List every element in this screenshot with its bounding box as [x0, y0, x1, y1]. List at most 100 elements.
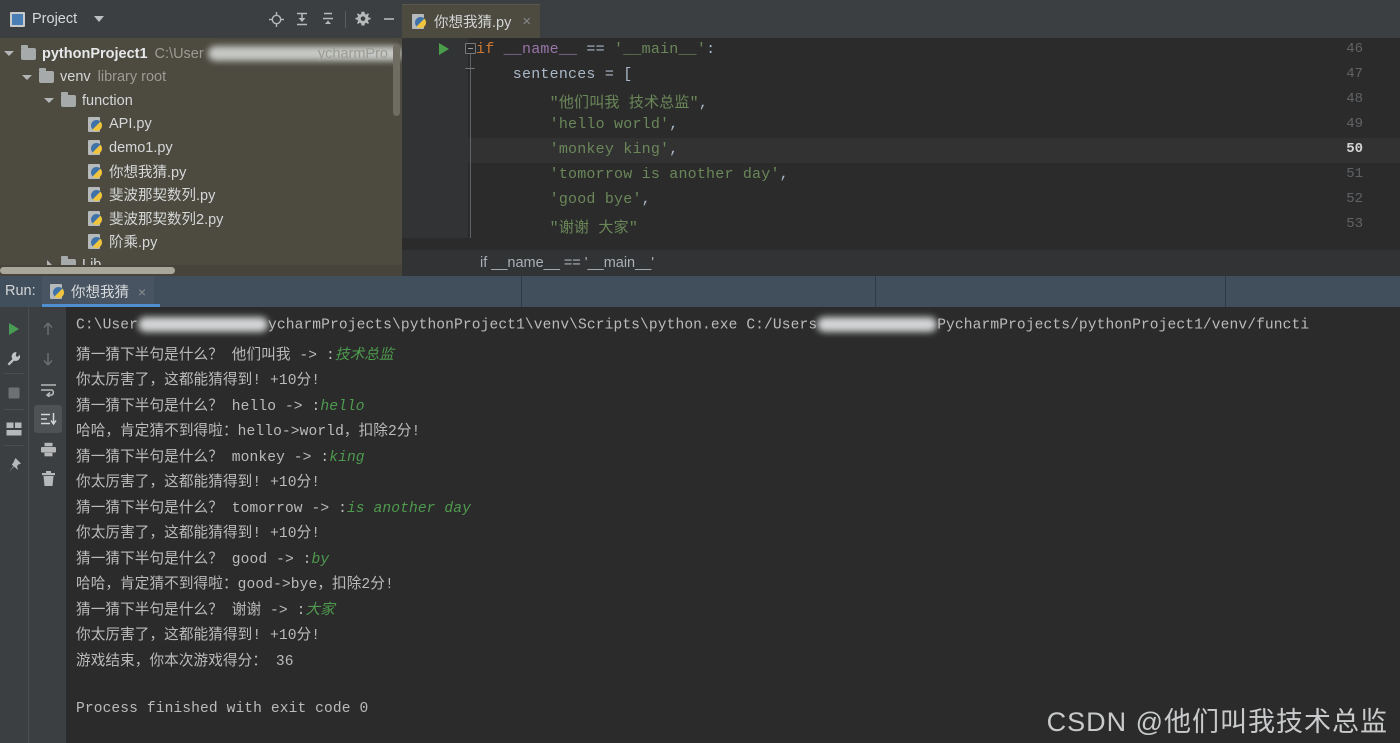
- tree-item-jiecheng-py[interactable]: 阶乘.py: [0, 230, 402, 254]
- close-icon[interactable]: ×: [522, 13, 531, 30]
- run-toolbar-primary: [0, 307, 28, 743]
- tree-item-demo1-py[interactable]: demo1.py: [0, 136, 402, 160]
- tree-item-label: venv: [60, 69, 91, 86]
- run-tab-nixiangwocai[interactable]: 你想我猜 ×: [42, 276, 155, 307]
- chevron-down-icon[interactable]: [94, 16, 105, 22]
- line-number-active: 50: [1346, 141, 1363, 157]
- console-answer: 技术总监: [334, 348, 394, 364]
- project-sidebar: Project pythonProject1 C:\User ycharmPro…: [0, 0, 402, 276]
- pin-icon[interactable]: [0, 451, 28, 479]
- tree-item-label: 你想我猜.py: [109, 164, 187, 181]
- folder-icon: [61, 91, 76, 107]
- tree-item-pythonproject1[interactable]: pythonProject1 C:\User ycharmPro: [0, 42, 402, 66]
- locate-icon[interactable]: [263, 6, 289, 32]
- pycharm-window: Project pythonProject1 C:\User ycharmPro…: [0, 0, 1400, 743]
- chevron-down-icon[interactable]: [22, 72, 33, 83]
- line-number: 48: [1346, 91, 1363, 107]
- minimize-icon[interactable]: [376, 6, 402, 32]
- tree-item-label: 阶乘.py: [109, 235, 158, 252]
- sidebar-toolbar: [263, 0, 402, 38]
- down-arrow-icon[interactable]: [34, 345, 62, 373]
- chevron-down-icon[interactable]: [44, 95, 55, 106]
- toolbar-divider: [4, 409, 24, 410]
- console-line: 猜一猜下半句是什么？ monkey -> :king: [76, 450, 365, 466]
- editor-tab-nixiangwocai[interactable]: 你想我猜.py ×: [402, 4, 541, 38]
- tree-item-detail-right: ycharmPro: [317, 45, 388, 62]
- tree-item-api-py[interactable]: API.py: [0, 113, 402, 137]
- console-line-command: C:\User ycharmProjects\pythonProject1\ven…: [76, 317, 1310, 334]
- close-icon[interactable]: ×: [138, 284, 146, 300]
- tree-item-label: API.py: [109, 116, 152, 133]
- redacted-username-blur: [138, 317, 269, 332]
- up-arrow-icon[interactable]: [34, 315, 62, 343]
- console-line: 猜一猜下半句是什么？ 谢谢 -> :大家: [76, 603, 335, 619]
- console-line: 你太厉害了，这都能猜得到! +10分!: [76, 475, 321, 491]
- tree-item-label: 斐波那契数列2.py: [109, 211, 224, 228]
- code-line-50: 'monkey king',: [549, 141, 679, 158]
- run-window-label: Run:: [5, 283, 36, 299]
- rerun-icon[interactable]: [0, 315, 28, 343]
- tree-item-label: pythonProject1: [42, 45, 148, 62]
- line-number: 46: [1346, 41, 1363, 57]
- trash-icon[interactable]: [34, 465, 62, 493]
- code-line-51: 'tomorrow is another day',: [549, 166, 789, 183]
- fold-collapse-icon[interactable]: [465, 43, 476, 54]
- line-number: 51: [1346, 166, 1363, 182]
- python-file-icon: [50, 284, 65, 299]
- tree-item-venv[interactable]: venv library root: [0, 66, 402, 90]
- collapse-all-icon[interactable]: [315, 6, 341, 32]
- console-answer: 大家: [305, 603, 335, 619]
- python-file-icon: [88, 234, 103, 250]
- python-file-icon: [88, 163, 103, 179]
- console-line: 猜一猜下半句是什么？ tomorrow -> :is another day: [76, 501, 471, 517]
- breadcrumb[interactable]: if __name__ == '__main__': [402, 250, 1400, 276]
- settings-gear-icon[interactable]: [350, 6, 376, 32]
- scroll-to-end-icon[interactable]: [34, 405, 62, 433]
- tree-item-label: function: [82, 92, 133, 109]
- python-file-icon: [88, 210, 103, 226]
- tree-item-fibonacci-py[interactable]: 斐波那契数列.py: [0, 183, 402, 207]
- code-editor[interactable]: 46 47 48 49 50 51 52 53 if __name__ == '…: [402, 38, 1400, 238]
- redacted-username-blur: [817, 317, 938, 332]
- wrench-icon[interactable]: [0, 345, 28, 373]
- project-tool-window-button[interactable]: Project: [0, 11, 105, 27]
- editor-gutter[interactable]: [402, 38, 468, 238]
- python-file-icon: [88, 116, 103, 132]
- console-line: 你太厉害了，这都能猜得到! +10分!: [76, 628, 321, 644]
- console-line-exit: Process finished with exit code 0: [76, 701, 369, 717]
- code-line-46: if __name__ == '__main__':: [476, 41, 716, 58]
- run-gutter-icon[interactable]: [439, 43, 449, 55]
- chevron-down-icon[interactable]: [4, 48, 15, 59]
- tree-item-function[interactable]: function: [0, 89, 402, 113]
- console-answer: by: [311, 552, 330, 568]
- console-answer: hello: [320, 399, 365, 415]
- layout-icon[interactable]: [0, 415, 28, 443]
- header-divider: [1225, 276, 1226, 307]
- editor-tabbar: 你想我猜.py ×: [402, 0, 1400, 38]
- run-toolbar-secondary: [28, 307, 66, 743]
- toolbar-divider: [4, 373, 24, 374]
- run-tool-window: Run: 你想我猜 × C:\User ycharmProjects\pytho…: [0, 276, 1400, 743]
- sidebar-vertical-scrollbar[interactable]: [393, 44, 400, 116]
- run-console-output[interactable]: C:\User ycharmProjects\pythonProject1\ven…: [66, 307, 1400, 743]
- tree-item-fibonacci2-py[interactable]: 斐波那契数列2.py: [0, 207, 402, 231]
- folder-icon: [39, 68, 54, 84]
- soft-wrap-icon[interactable]: [34, 375, 62, 403]
- console-line: 猜一猜下半句是什么？ hello -> :hello: [76, 399, 365, 415]
- code-line-47: sentences = [: [476, 66, 633, 83]
- stop-icon[interactable]: [0, 379, 28, 407]
- expand-all-icon[interactable]: [289, 6, 315, 32]
- project-sidebar-header: Project: [0, 0, 402, 38]
- console-line: 哈哈，肯定猜不到得啦：hello->world，扣除2分!: [76, 424, 421, 440]
- sidebar-horizontal-scrollbar[interactable]: [0, 265, 402, 276]
- toolbar-divider: [345, 10, 346, 28]
- python-file-icon: [88, 187, 103, 203]
- folder-icon: [21, 44, 36, 60]
- project-title: Project: [32, 11, 78, 27]
- code-line-48: "他们叫我 技术总监",: [549, 95, 709, 112]
- print-icon[interactable]: [34, 435, 62, 463]
- tree-item-label: 斐波那契数列.py: [109, 188, 216, 205]
- console-line: 猜一猜下半句是什么？ good -> :by: [76, 552, 330, 568]
- console-line: 游戏结束，你本次游戏得分： 36: [76, 654, 294, 670]
- tree-item-nixiangwocai-py[interactable]: 你想我猜.py: [0, 160, 402, 184]
